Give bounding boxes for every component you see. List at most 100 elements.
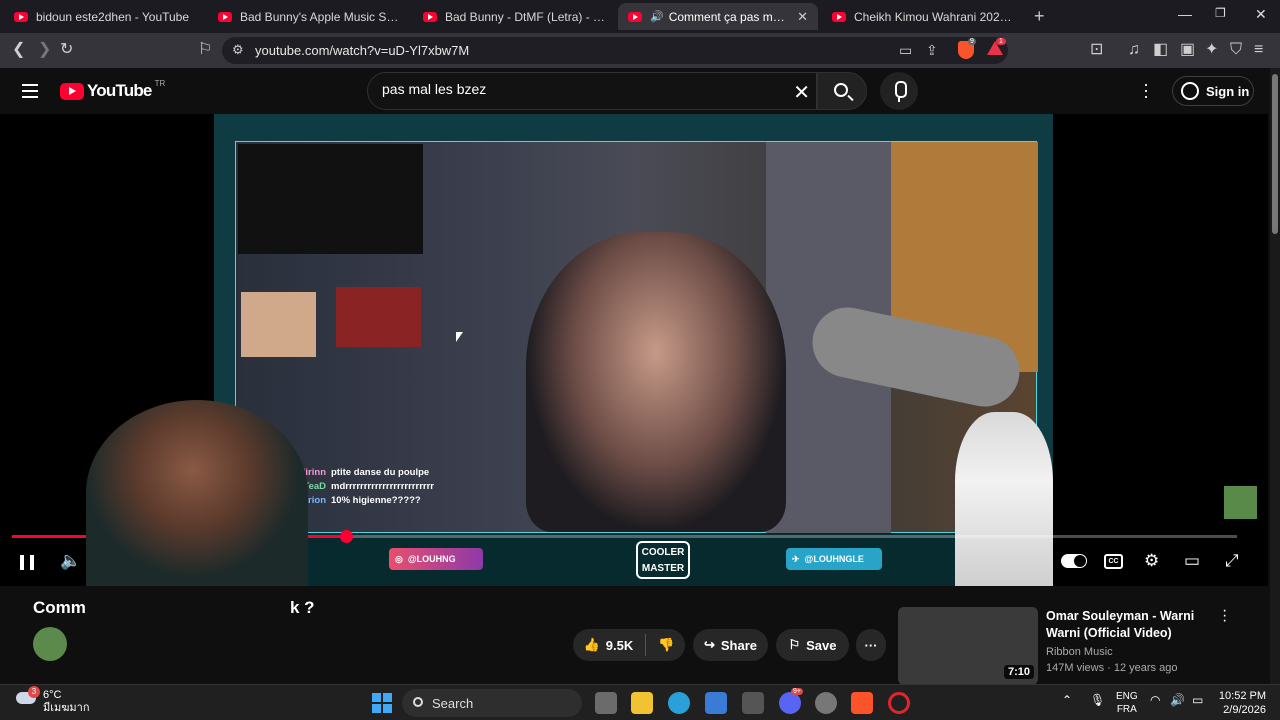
- screenshot-icon[interactable]: ⊡: [1090, 41, 1103, 59]
- like-count[interactable]: 9.5K: [606, 638, 633, 653]
- mouse-cursor-icon: [456, 332, 463, 342]
- scrollbar-thumb[interactable]: [1272, 74, 1278, 234]
- weather-temp: 6°C: [43, 689, 62, 701]
- close-window-icon[interactable]: ✕: [1255, 6, 1267, 23]
- youtube-wordmark: YouTube: [87, 81, 152, 100]
- store-icon[interactable]: [705, 692, 727, 714]
- twitter-bird-icon: ✈: [792, 553, 800, 564]
- browser-tab[interactable]: Bad Bunny's Apple Music Super Bowl: [208, 3, 410, 30]
- vpn-shield-icon[interactable]: ⛉: [1230, 41, 1242, 59]
- task-view-icon[interactable]: [595, 692, 617, 714]
- windows-start-icon[interactable]: [372, 693, 392, 713]
- site-settings-icon[interactable]: ⚙: [232, 42, 244, 58]
- wifi-icon[interactable]: ◠: [1150, 694, 1160, 707]
- microphone-tray-icon[interactable]: 🎙: [1090, 694, 1105, 707]
- chrome-icon[interactable]: [815, 692, 837, 714]
- recommended-info[interactable]: Omar Souleyman - Warni Warni (Official V…: [1046, 608, 1216, 674]
- browser-tab-active[interactable]: 🔊 Comment ça pas mal les bzez ✕: [618, 3, 818, 30]
- menu-icon[interactable]: ≡: [1254, 41, 1263, 59]
- recommended-channel[interactable]: Ribbon Music: [1046, 646, 1216, 658]
- stream-frame: ◎ @LOUHNG COOLER MASTER ✈ @LOUHNGLE: [214, 114, 1053, 586]
- save-icon: ⚐: [788, 637, 801, 652]
- share-button[interactable]: ↪ Share: [693, 629, 768, 661]
- restore-icon[interactable]: ❐: [1215, 6, 1226, 20]
- youtube-favicon-icon: [218, 11, 232, 22]
- discord-icon[interactable]: [779, 692, 801, 714]
- settings-gear-icon[interactable]: ⚙: [1144, 551, 1159, 571]
- media-icon[interactable]: ♫: [1128, 41, 1140, 59]
- save-label: Save: [806, 637, 837, 653]
- reload-icon[interactable]: ↻: [60, 41, 73, 59]
- recommended-kebab-icon[interactable]: · · ·: [1222, 603, 1227, 629]
- edge-icon[interactable]: [668, 692, 690, 714]
- cast-icon[interactable]: ▭: [899, 41, 912, 59]
- url-text[interactable]: youtube.com/watch?v=uD-Yl7xbw7M: [255, 43, 469, 58]
- share-icon: ↪: [703, 637, 715, 652]
- theater-mode-icon[interactable]: ▭: [1184, 551, 1200, 571]
- subtitles-icon[interactable]: CC: [1104, 554, 1123, 569]
- browser-tab[interactable]: Cheikh Kimou Wahrani 2024 - وصغير: [822, 3, 1022, 30]
- like-icon[interactable]: 👍: [584, 637, 600, 653]
- more-actions-icon[interactable]: ···: [856, 629, 886, 661]
- streamer-figure: [526, 232, 786, 532]
- autoplay-toggle[interactable]: [1061, 554, 1087, 568]
- save-button[interactable]: ⚐ Save: [776, 629, 849, 661]
- address-bar[interactable]: ⚙ youtube.com/watch?v=uD-Yl7xbw7M ▭ ⇪: [222, 37, 1008, 64]
- settings-kebab-icon[interactable]: · · ·: [1143, 75, 1149, 105]
- twitter-handle: ✈ @LOUHNGLE: [786, 548, 882, 570]
- video-player[interactable]: ◎ @LOUHNG COOLER MASTER ✈ @LOUHNGLE uldi…: [0, 114, 1268, 586]
- new-tab-plus-icon[interactable]: +: [1034, 6, 1045, 27]
- file-explorer-icon[interactable]: [631, 692, 653, 714]
- leo-ai-icon[interactable]: ✦: [1205, 41, 1218, 59]
- taskbar-search[interactable]: Search: [402, 689, 582, 717]
- browser-tab-strip: bidoun este2dhen - YouTube Bad Bunny's A…: [0, 0, 1280, 33]
- dislike-icon[interactable]: 👎: [658, 637, 674, 653]
- opera-icon[interactable]: [888, 692, 910, 714]
- channel-watermark[interactable]: [1224, 486, 1257, 519]
- browser-tab[interactable]: bidoun este2dhen - YouTube: [4, 3, 204, 30]
- like-dislike-group: 👍 9.5K 👎: [573, 629, 685, 661]
- chat-message: ptite danse du poulpe: [331, 467, 430, 478]
- browser-tab[interactable]: Bad Bunny - DtMF (Letra) - YouTube: [413, 3, 615, 30]
- speaker-icon[interactable]: 🔊: [650, 10, 664, 23]
- wallet-icon[interactable]: ▣: [1180, 41, 1195, 59]
- recommended-meta: 147M views · 12 years ago: [1046, 662, 1178, 674]
- youtube-logo[interactable]: YouTube TR: [60, 79, 165, 101]
- minimize-icon[interactable]: —: [1178, 6, 1192, 22]
- rewards-badge: 1: [996, 38, 1006, 45]
- volume-tray-icon[interactable]: 🔊: [1170, 694, 1185, 707]
- fullscreen-icon[interactable]: ⤢: [1225, 551, 1239, 571]
- sidebar-icon[interactable]: ◧: [1153, 41, 1168, 59]
- stream-overlay-bar: [214, 533, 1053, 586]
- clock-time: 10:52 PM: [1218, 690, 1266, 702]
- back-arrow-icon[interactable]: ❮: [12, 41, 25, 59]
- recommended-thumbnail[interactable]: 7:10: [898, 607, 1038, 685]
- youtube-favicon-icon: [14, 11, 28, 22]
- tray-chevron-icon[interactable]: ⌃: [1062, 694, 1072, 707]
- divider: [645, 634, 647, 656]
- system-clock[interactable]: 10:52 PM 2/9/2026: [1218, 689, 1266, 717]
- app-icon[interactable]: [742, 692, 764, 714]
- brave-taskbar-icon[interactable]: [851, 692, 873, 714]
- sponsor-line-1: COOLER: [641, 547, 685, 558]
- sponsor-logo: COOLER MASTER: [636, 541, 690, 579]
- share-page-icon[interactable]: ⇪: [926, 41, 938, 59]
- tab-title: Comment ça pas mal les bzez: [668, 9, 789, 24]
- bookmark-icon[interactable]: ⚐: [198, 41, 212, 59]
- recommended-title[interactable]: Omar Souleyman - Warni Warni (Official V…: [1046, 608, 1216, 642]
- search-button[interactable]: [817, 72, 867, 110]
- sign-in-button[interactable]: Sign in: [1172, 76, 1254, 106]
- voice-search-icon[interactable]: [880, 72, 918, 110]
- clear-search-icon[interactable]: ✕: [793, 80, 810, 105]
- channel-avatar[interactable]: [33, 627, 67, 661]
- close-tab-icon[interactable]: ✕: [797, 9, 808, 25]
- language-indicator[interactable]: ENG FRA: [1116, 690, 1138, 716]
- forward-arrow-icon[interactable]: ❯: [38, 41, 51, 59]
- chat-message: 10% higienne?????: [331, 495, 421, 506]
- hamburger-menu-icon[interactable]: [22, 84, 38, 102]
- pause-icon[interactable]: [20, 555, 34, 570]
- search-input[interactable]: [382, 81, 762, 97]
- battery-icon[interactable]: ▭: [1192, 694, 1203, 707]
- volume-icon[interactable]: 🔈: [60, 551, 81, 571]
- page-scrollbar[interactable]: [1270, 68, 1280, 684]
